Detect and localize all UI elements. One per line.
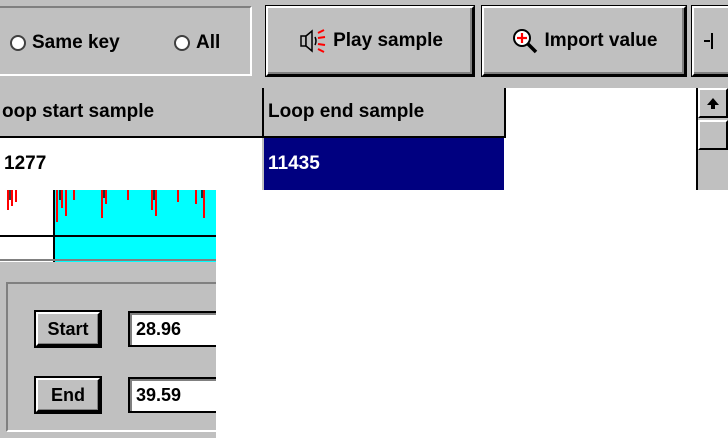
radio-same-key[interactable]: Same key [10, 32, 120, 54]
marker-button[interactable] [692, 6, 728, 76]
waveform-graphic [0, 190, 216, 262]
start-time-value: 28.96 [136, 318, 182, 339]
start-button[interactable]: Start [36, 312, 100, 346]
start-time-input[interactable]: 28.96 [128, 311, 216, 347]
scroll-up-button[interactable] [698, 88, 728, 118]
play-sample-label: Play sample [333, 30, 443, 51]
magnifier-plus-icon [512, 29, 537, 54]
start-button-label: Start [47, 318, 89, 339]
end-time-input[interactable]: 39.59 [128, 377, 216, 413]
cell-loop-end-value: 11435 [268, 153, 320, 174]
toolbar: Same key All Play sample Import value [0, 0, 728, 88]
header-loop-start[interactable]: oop start sample [0, 88, 264, 138]
loop-points-panel: Start 28.96 End 39.59 [0, 262, 216, 438]
waveform-view[interactable] [0, 190, 216, 262]
arrow-up-icon [707, 98, 719, 109]
import-value-label: Import value [544, 30, 658, 51]
header-loop-end[interactable]: Loop end sample [264, 88, 506, 138]
radio-all-label: All [196, 32, 221, 53]
cell-loop-end[interactable]: 11435 [264, 138, 504, 190]
header-loop-end-label: Loop end sample [268, 101, 425, 122]
radio-all-circle[interactable] [174, 35, 190, 51]
loop-points-group: Start 28.96 End 39.59 [6, 282, 216, 432]
scroll-thumb[interactable] [698, 120, 728, 150]
loop-grid: oop start sample Loop end sample 1277 11… [0, 88, 728, 190]
play-sample-button[interactable]: Play sample [266, 6, 474, 76]
cell-loop-start-value: 1277 [4, 153, 47, 174]
header-loop-start-label: oop start sample [2, 101, 155, 122]
end-button[interactable]: End [36, 378, 100, 412]
app-window: Same key All Play sample Import value oo… [0, 0, 728, 438]
vertical-scrollbar[interactable] [696, 88, 728, 190]
radio-same-key-label: Same key [32, 32, 120, 53]
key-scope-group: Same key All [0, 6, 252, 76]
end-button-label: End [51, 384, 85, 405]
import-value-button[interactable]: Import value [482, 6, 686, 76]
marker-icon [704, 33, 713, 49]
end-time-value: 39.59 [136, 384, 182, 405]
radio-same-key-circle[interactable] [10, 35, 26, 51]
radio-all[interactable]: All [174, 32, 220, 54]
cell-loop-start[interactable]: 1277 [0, 138, 264, 190]
speaker-icon [300, 29, 326, 53]
